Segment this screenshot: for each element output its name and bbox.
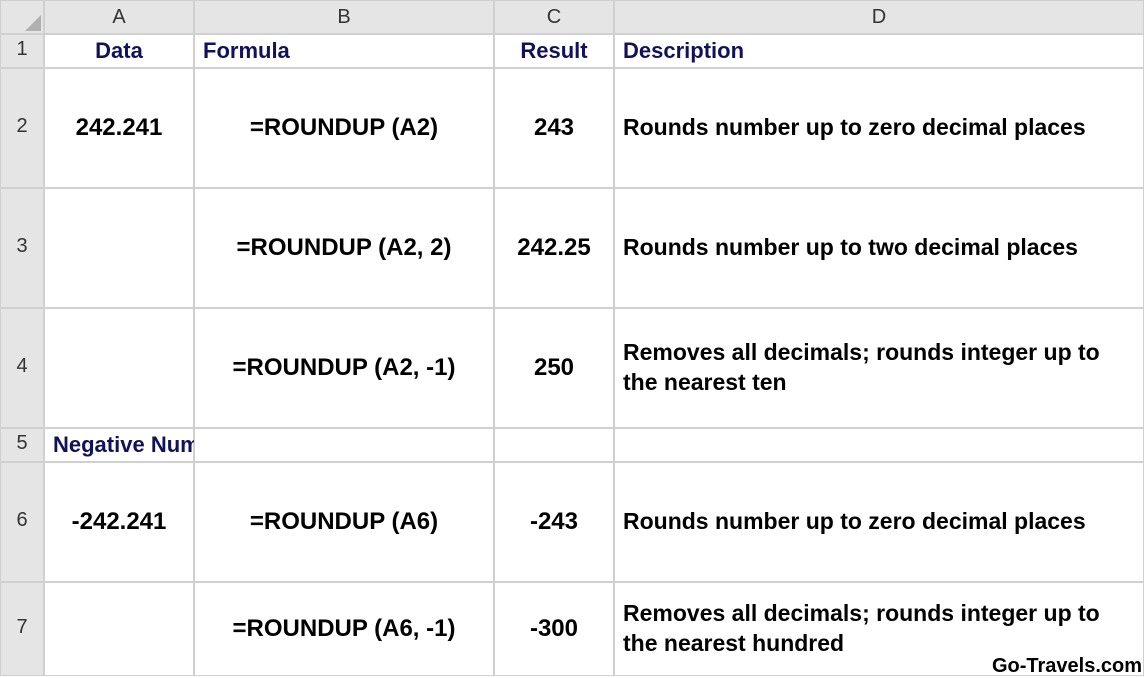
row-header-2[interactable]: 2 bbox=[0, 68, 44, 188]
cell-B7[interactable]: =ROUNDUP (A6, -1) bbox=[194, 582, 494, 676]
col-header-D[interactable]: D bbox=[614, 0, 1144, 34]
cell-B6[interactable]: =ROUNDUP (A6) bbox=[194, 462, 494, 582]
cell-D5[interactable] bbox=[614, 428, 1144, 462]
cell-A6[interactable]: -242.241 bbox=[44, 462, 194, 582]
col-header-C[interactable]: C bbox=[494, 0, 614, 34]
spreadsheet-grid[interactable]: A B C D 1 Data Formula Result Descriptio… bbox=[0, 0, 1144, 676]
cell-C5[interactable] bbox=[494, 428, 614, 462]
cell-B5[interactable] bbox=[194, 428, 494, 462]
cell-C4[interactable]: 250 bbox=[494, 308, 614, 428]
cell-A1[interactable]: Data bbox=[44, 34, 194, 68]
col-header-A[interactable]: A bbox=[44, 0, 194, 34]
cell-A2[interactable]: 242.241 bbox=[44, 68, 194, 188]
col-header-B[interactable]: B bbox=[194, 0, 494, 34]
cell-D2[interactable]: Rounds number up to zero decimal places bbox=[614, 68, 1144, 188]
cell-C2[interactable]: 243 bbox=[494, 68, 614, 188]
cell-D1[interactable]: Description bbox=[614, 34, 1144, 68]
watermark-text: Go-Travels.com bbox=[992, 655, 1142, 678]
cell-B1[interactable]: Formula bbox=[194, 34, 494, 68]
cell-D3[interactable]: Rounds number up to two decimal places bbox=[614, 188, 1144, 308]
select-all-corner[interactable] bbox=[0, 0, 44, 34]
row-header-6[interactable]: 6 bbox=[0, 462, 44, 582]
cell-C1[interactable]: Result bbox=[494, 34, 614, 68]
row-header-4[interactable]: 4 bbox=[0, 308, 44, 428]
cell-C7[interactable]: -300 bbox=[494, 582, 614, 676]
cell-A4[interactable] bbox=[44, 308, 194, 428]
cell-D6[interactable]: Rounds number up to zero decimal places bbox=[614, 462, 1144, 582]
cell-C3[interactable]: 242.25 bbox=[494, 188, 614, 308]
row-header-5[interactable]: 5 bbox=[0, 428, 44, 462]
cell-C6[interactable]: -243 bbox=[494, 462, 614, 582]
cell-A7[interactable] bbox=[44, 582, 194, 676]
cell-B3[interactable]: =ROUNDUP (A2, 2) bbox=[194, 188, 494, 308]
cell-A3[interactable] bbox=[44, 188, 194, 308]
row-header-7[interactable]: 7 bbox=[0, 582, 44, 676]
row-header-3[interactable]: 3 bbox=[0, 188, 44, 308]
row-header-1[interactable]: 1 bbox=[0, 34, 44, 68]
cell-B4[interactable]: =ROUNDUP (A2, -1) bbox=[194, 308, 494, 428]
cell-B2[interactable]: =ROUNDUP (A2) bbox=[194, 68, 494, 188]
cell-A5[interactable]: Negative Numbers bbox=[44, 428, 194, 462]
cell-D4[interactable]: Removes all decimals; rounds integer up … bbox=[614, 308, 1144, 428]
